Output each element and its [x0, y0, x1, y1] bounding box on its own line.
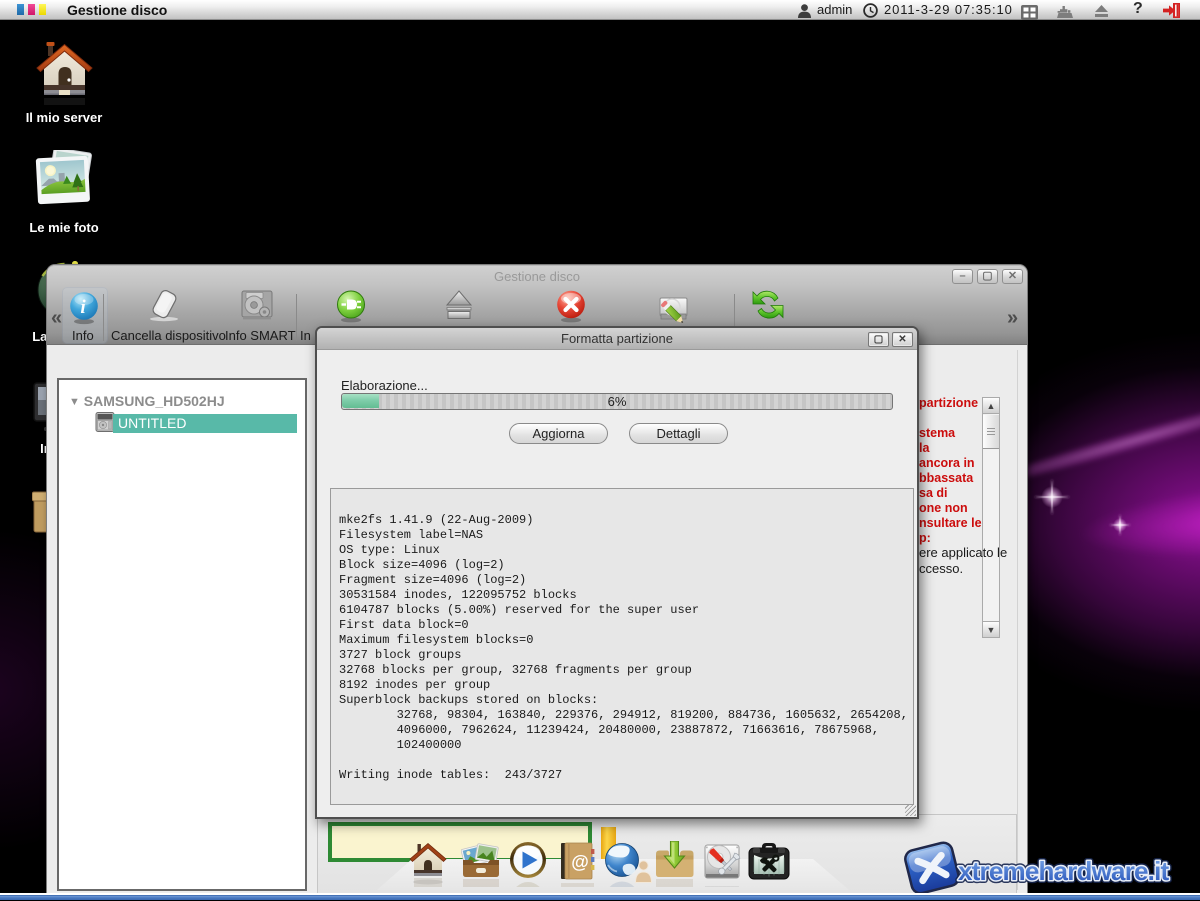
svg-text:i: i — [80, 297, 86, 318]
svg-text:@: @ — [571, 852, 589, 872]
svg-text:xtremehardware.it: xtremehardware.it — [958, 856, 1170, 886]
